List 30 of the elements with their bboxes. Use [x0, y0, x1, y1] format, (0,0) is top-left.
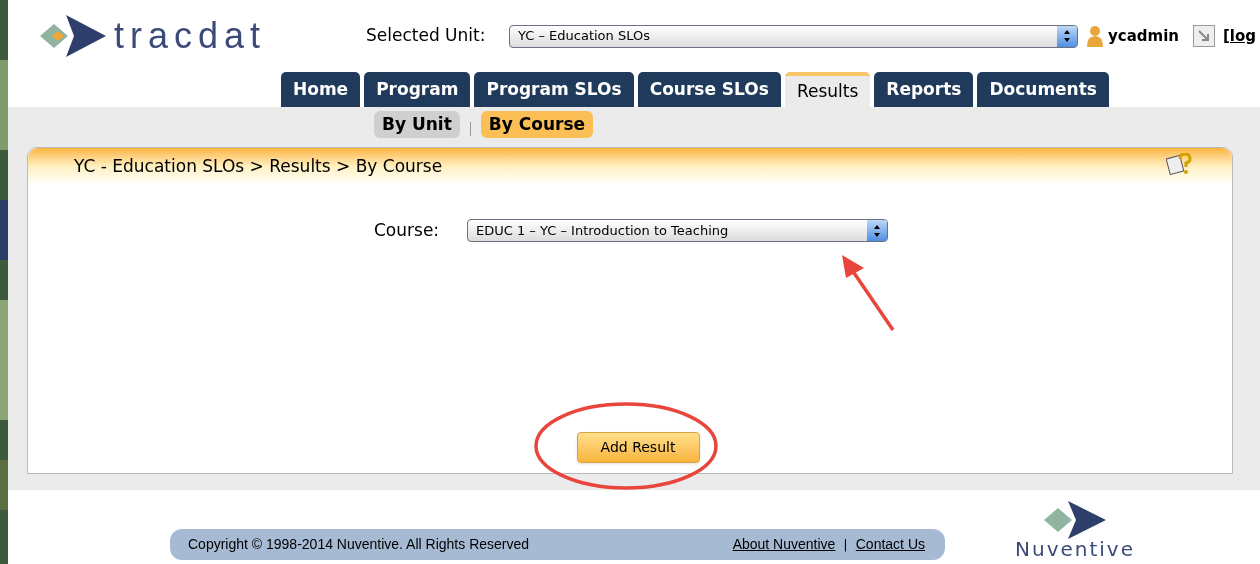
field-label: Selected Unit:: [366, 24, 487, 48]
footer-link[interactable]: Contact Us: [855, 534, 925, 555]
help-icon[interactable]: [1166, 153, 1192, 175]
nav-tab[interactable]: Home: [281, 72, 361, 107]
nav-tab[interactable]: Program SLOs: [474, 72, 634, 107]
separator: |: [843, 535, 848, 554]
logo-text: Nuventive: [1015, 538, 1135, 559]
sub-tab[interactable]: By Unit: [374, 111, 460, 138]
nav-tab[interactable]: Results: [784, 72, 871, 107]
spinner-icon: [867, 220, 887, 242]
breadcrumb: YC - Education SLOs > Results > By Course: [74, 154, 443, 178]
add-result-button[interactable]: Add Result: [576, 431, 700, 463]
nav-tab[interactable]: Documents: [977, 72, 1109, 107]
nav-tab[interactable]: Program: [364, 72, 471, 107]
field-label: Course:: [374, 219, 441, 242]
logout-icon[interactable]: [1193, 25, 1215, 47]
sub-tab[interactable]: By Course: [480, 111, 594, 138]
logo-text: tracdat: [114, 18, 267, 54]
logout-link[interactable]: [log: [1223, 24, 1257, 48]
unit-select[interactable]: YC – Education SLOs: [509, 24, 1078, 48]
nav-tab[interactable]: Course SLOs: [637, 72, 781, 107]
copyright-text: Copyright © 1998-2014 Nuventive. All Rights Reserved: [188, 535, 530, 554]
spinner-icon: [1057, 25, 1077, 47]
footer-link[interactable]: About Nuventive: [732, 534, 836, 555]
logo-icon: [40, 15, 106, 57]
user-icon: [1086, 25, 1104, 47]
username: ycadmin: [1108, 25, 1180, 47]
logo-icon: [1042, 500, 1108, 539]
nav-tab[interactable]: Reports: [874, 72, 974, 107]
course-select[interactable]: EDUC 1 – YC – Introduction to Teaching: [467, 219, 888, 243]
